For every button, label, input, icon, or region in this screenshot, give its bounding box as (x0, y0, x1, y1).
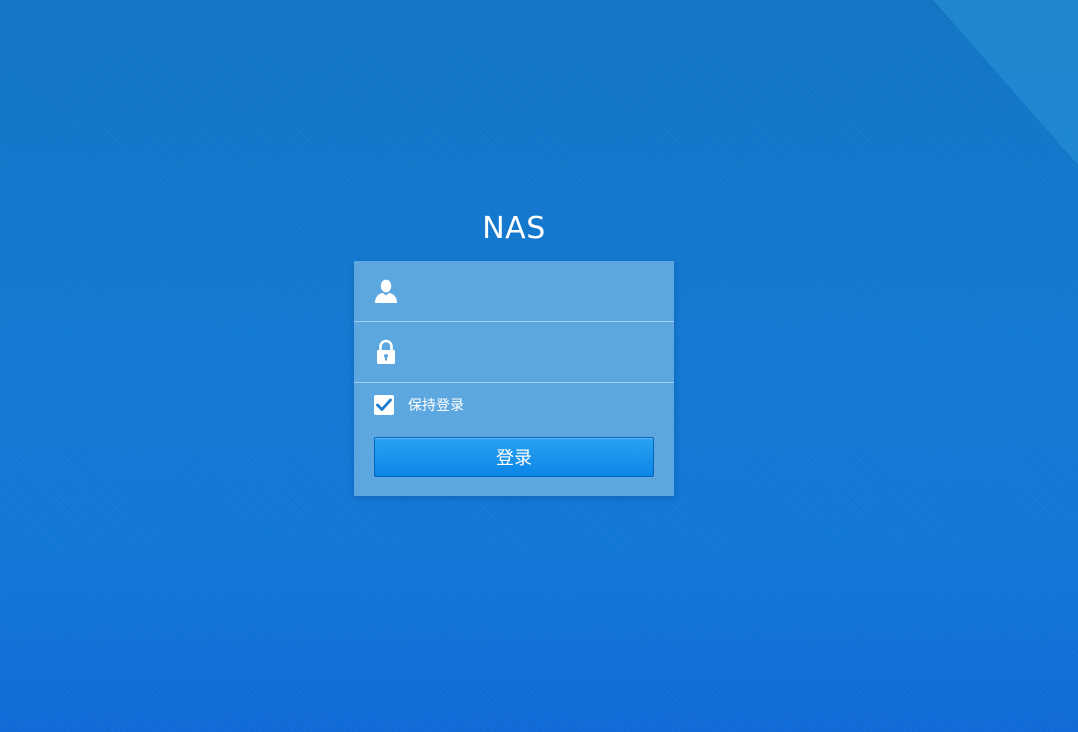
login-panel: 保持登录 登录 (354, 261, 674, 496)
login-button[interactable]: 登录 (374, 437, 654, 477)
remember-me-toggle[interactable]: 保持登录 (374, 394, 464, 416)
lock-icon (374, 339, 398, 365)
app-title: NAS (482, 211, 546, 246)
user-icon (374, 278, 398, 304)
username-row (354, 261, 674, 322)
password-input[interactable] (410, 334, 664, 370)
corner-light-decoration (933, 0, 1078, 165)
username-input[interactable] (410, 273, 664, 309)
remember-me-label: 保持登录 (408, 398, 464, 414)
password-row (354, 322, 674, 383)
remember-me-checkbox[interactable] (374, 395, 394, 415)
checkmark-icon (376, 398, 392, 411)
